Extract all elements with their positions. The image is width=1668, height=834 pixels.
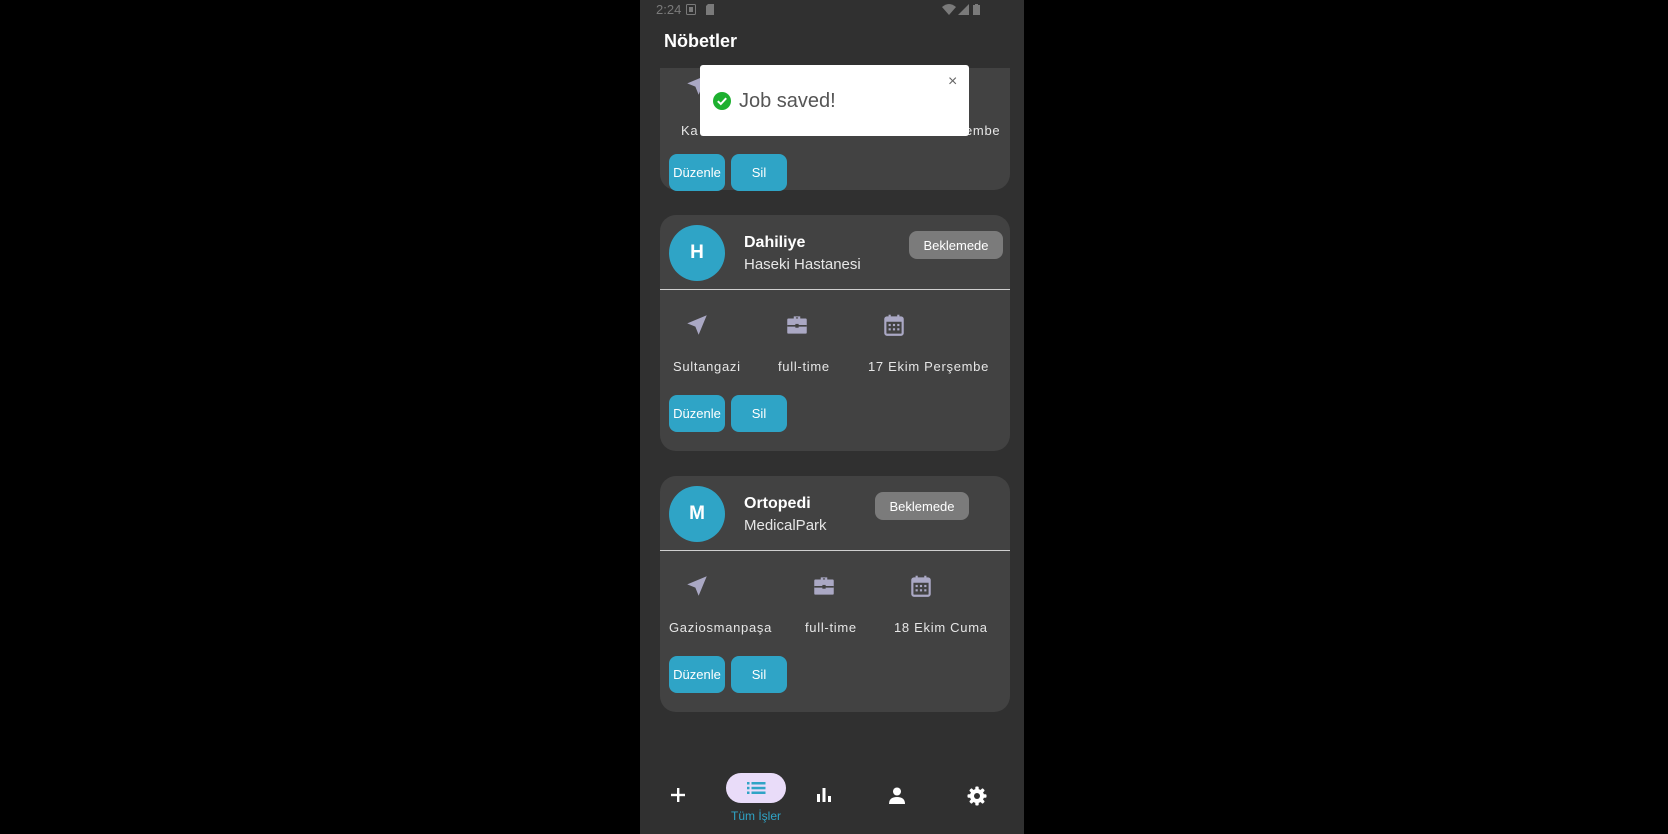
avatar: H (669, 225, 725, 281)
job-type: full-time (805, 620, 857, 635)
job-title: Ortopedi (744, 495, 811, 512)
gear-icon (967, 786, 987, 806)
signal-icon (958, 4, 969, 15)
hospital-name: MedicalPark (744, 517, 827, 534)
check-circle-icon (713, 92, 731, 110)
job-list[interactable]: Ka embe Düzenle Sil H Dahiliye Haseki Ha… (640, 68, 1024, 762)
edit-button[interactable]: Düzenle (669, 154, 725, 191)
avatar: M (669, 486, 725, 542)
job-type: full-time (778, 359, 830, 374)
close-icon[interactable]: × (948, 74, 957, 90)
job-title: Dahiliye (744, 234, 806, 251)
page-title: Nöbetler (664, 31, 738, 51)
location-arrow-icon (687, 315, 707, 335)
wifi-icon (942, 4, 956, 15)
edit-button[interactable]: Düzenle (669, 395, 725, 432)
hospital-name: Haseki Hastanesi (744, 256, 861, 273)
divider (660, 550, 1010, 551)
bottom-navigation: Tüm İşler (640, 762, 1024, 834)
toast-notification: Job saved! × (700, 65, 969, 136)
job-location: Sultangazi (673, 359, 741, 374)
battery-icon (973, 4, 980, 15)
bar-chart-icon (817, 788, 831, 802)
briefcase-icon (814, 577, 834, 595)
notification-icon (686, 4, 696, 15)
status-badge: Beklemede (875, 492, 969, 520)
job-location: Gaziosmanpaşa (669, 620, 773, 635)
briefcase-icon (787, 316, 807, 334)
divider (660, 289, 1010, 290)
person-icon (889, 787, 905, 804)
delete-button[interactable]: Sil (731, 656, 787, 693)
job-date: embe (965, 123, 1001, 138)
edit-button[interactable]: Düzenle (669, 656, 725, 693)
status-badge: Beklemede (909, 231, 1003, 259)
job-location: Ka (681, 123, 699, 138)
nav-item-settings[interactable] (948, 762, 1024, 834)
job-date: 18 Ekim Cuma (894, 620, 988, 635)
list-icon (747, 782, 766, 794)
location-arrow-icon (687, 576, 707, 596)
delete-button[interactable]: Sil (731, 154, 787, 191)
status-time: 2:24 (656, 2, 682, 17)
nav-label-all-jobs: Tüm İşler (730, 809, 781, 823)
toast-message: Job saved! (739, 90, 836, 112)
job-date: 17 Ekim Perşembe (868, 359, 990, 374)
calendar-icon (911, 575, 931, 597)
delete-button[interactable]: Sil (731, 395, 787, 432)
job-card: M Ortopedi MedicalPark Beklemede Gaziosm… (660, 476, 1010, 712)
sim-card-icon (706, 4, 714, 15)
job-card: H Dahiliye Haseki Hastanesi Beklemede Su… (660, 215, 1010, 451)
calendar-icon (884, 314, 904, 336)
nav-item-stats[interactable] (798, 762, 870, 834)
nav-item-profile[interactable] (870, 762, 948, 834)
status-bar: 2:24 (640, 0, 1024, 20)
